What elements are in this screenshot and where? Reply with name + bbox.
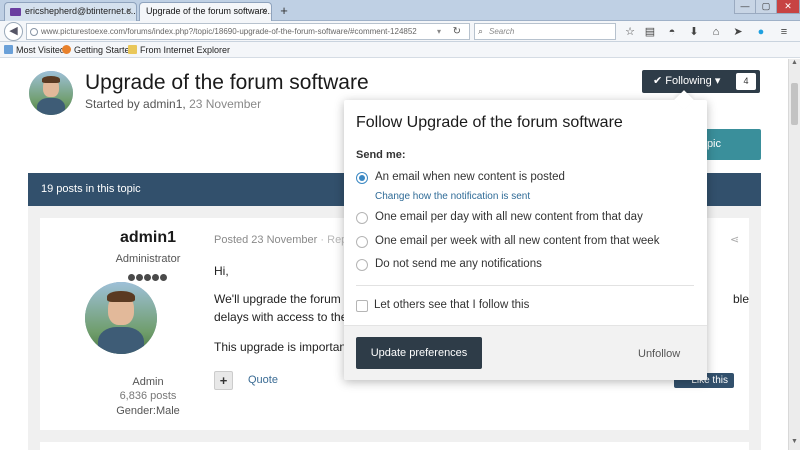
scroll-down-icon[interactable]: ▼ [789,438,800,450]
download-icon[interactable]: ⬇ [687,25,701,39]
bookmark-star-icon [4,45,13,54]
forum-page: Upgrade of the forum software Started by… [0,59,788,450]
quote-link[interactable]: Quote [248,374,278,386]
post-author-avatar[interactable] [85,282,157,354]
bookmark-most-visited[interactable]: Most Visited [4,42,65,58]
post-text-line-end: ble [733,292,750,306]
page-title: Upgrade of the forum software [85,71,369,94]
close-window-button[interactable]: ✕ [776,0,800,14]
post-greeting: Hi, [214,264,229,278]
rank-pips [128,270,172,281]
folder-icon [128,45,137,54]
post-author-group: Admin [132,376,164,388]
minimize-button[interactable]: — [734,0,756,14]
close-tab-icon[interactable]: × [261,3,267,20]
bookmark-from-ie[interactable]: From Internet Explorer [128,42,230,58]
close-tab-icon[interactable]: × [126,3,132,20]
search-placeholder: Search [489,27,515,36]
tab-forum-topic[interactable]: Upgrade of the forum software... × [139,2,272,21]
page-scrollbar[interactable]: ▲ ▼ [788,59,800,450]
post-date: Posted 23 November · Repo [214,234,354,246]
browser-tab-strip: ericshepherd@btinternet.c... × Upgrade o… [0,0,800,21]
radio-email-on-new-content[interactable] [356,172,368,184]
following-label: Following [665,75,712,87]
divider [356,285,694,286]
send-me-label: Send me: [356,149,406,161]
public-follow-label[interactable]: Let others see that I follow this [374,299,529,311]
new-tab-button[interactable]: + [276,2,292,19]
chevron-down-icon: ▾ [714,75,721,87]
mail-icon [10,8,21,16]
topic-date: 23 November [189,97,262,111]
topic-meta: Started by admin1, 23 November [85,97,262,111]
popup-footer: Update preferences Unfollow [344,325,707,380]
radio-no-notifications[interactable] [356,259,368,271]
option-label[interactable]: Do not send me any notifications [375,258,542,270]
topic-author-avatar[interactable] [29,71,73,115]
follower-count: 4 [736,73,756,90]
option-label[interactable]: An email when new content is posted [375,171,565,183]
skype-icon[interactable]: ● [754,25,768,39]
option-label[interactable]: One email per day with all new content f… [375,211,643,223]
home-icon[interactable]: ⌂ [709,25,723,39]
scroll-up-icon[interactable]: ▲ [789,59,800,71]
address-bar[interactable]: www.picturestoexe.com/forums/index.php?/… [26,23,470,40]
search-icon: ⌕ [478,26,484,36]
tab-label: Upgrade of the forum software... [146,6,272,16]
share-icon[interactable]: ⋖ [730,233,739,246]
post-text-line: We'll upgrade the forum so [214,292,357,306]
url-dropdown-icon[interactable]: ▾ [437,24,441,39]
author-link[interactable]: admin1 [143,97,182,111]
bookmarks-toolbar: Most Visited Getting Started From Intern… [0,42,800,58]
send-icon[interactable]: ➤ [731,25,745,39]
change-notification-link[interactable]: Change how the notification is sent [375,191,530,202]
reload-icon[interactable]: ↻ [453,24,461,39]
post-author-role: Administrator [115,253,181,265]
search-input[interactable]: ⌕ Search [474,23,616,40]
unfollow-link[interactable]: Unfollow [638,348,680,360]
star-icon[interactable]: ☆ [623,25,637,39]
maximize-button[interactable]: ▢ [755,0,777,14]
menu-icon[interactable]: ≡ [777,25,791,39]
navigation-toolbar: ◀ www.picturestoexe.com/forums/index.php… [0,21,800,42]
globe-icon [30,28,38,36]
update-preferences-button[interactable]: Update preferences [356,337,482,369]
popup-arrow [674,90,694,110]
post-text-line: This upgrade is important [214,340,350,354]
tab-label: ericshepherd@btinternet.c... [25,6,137,16]
post-author-gender: Gender:Male [116,405,180,417]
radio-daily-digest[interactable] [356,212,368,224]
post-author-name[interactable]: admin1 [93,229,203,247]
bookmark-getting-started[interactable]: Getting Started [62,42,135,58]
follow-preferences-popup: Follow Upgrade of the forum software Sen… [344,90,707,380]
post-text-line: delays with access to the [214,310,348,324]
firefox-icon [62,45,71,54]
public-follow-checkbox[interactable] [356,300,368,312]
radio-weekly-digest[interactable] [356,236,368,248]
url-text: www.picturestoexe.com/forums/index.php?/… [41,27,417,36]
tab-email[interactable]: ericshepherd@btinternet.c... × [4,2,137,21]
back-button[interactable]: ◀ [4,22,23,41]
post-author-post-count: 6,836 posts [119,390,177,402]
following-button[interactable]: ✔ Following ▾ 4 [642,70,760,93]
checkmark-icon: ✔ [653,75,663,87]
next-post-card [40,442,749,450]
popup-title: Follow Upgrade of the forum software [356,114,623,131]
multiquote-button[interactable]: + [214,371,233,390]
scroll-thumb[interactable] [791,83,798,125]
pocket-icon[interactable]: ◓ [665,25,679,39]
reading-list-icon[interactable]: ▤ [643,25,657,39]
option-label[interactable]: One email per week with all new content … [375,235,659,247]
